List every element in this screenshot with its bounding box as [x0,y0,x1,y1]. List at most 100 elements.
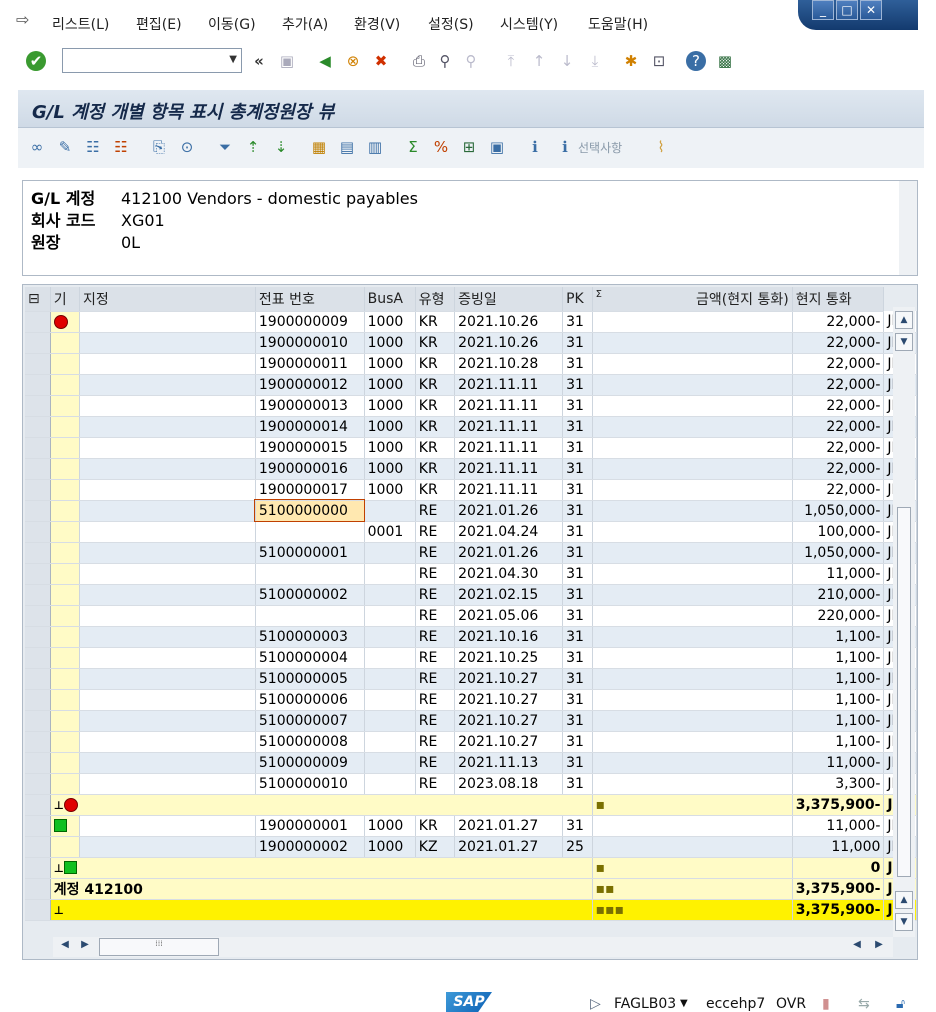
busa-cell[interactable]: 1000 [364,416,416,438]
busa-cell[interactable]: 1000 [364,458,416,480]
date-cell[interactable]: 2021.02.15 [454,584,564,606]
sigma-cell[interactable] [592,542,793,564]
doc-no-cell[interactable]: 1900000014 [255,416,365,438]
pk-cell[interactable]: 31 [562,584,593,606]
scroll-up-icon[interactable]: ▲ [895,311,913,329]
assignment-cell[interactable] [79,836,256,858]
row-selector[interactable] [25,899,51,921]
row-selector[interactable] [25,374,51,396]
assignment-cell[interactable] [79,332,256,354]
sort-desc-icon[interactable]: ⇣ [270,136,292,158]
table-row[interactable]: RE2021.05.0631220,000-JPY [25,605,917,627]
row-selector[interactable] [25,689,51,711]
col-pk[interactable]: PK [562,287,593,312]
table-row[interactable]: 5100000005RE2021.10.27311,100-JPY [25,668,917,690]
table-row[interactable]: 19000000021000KZ2021.01.272511,000JPY [25,836,917,858]
pk-cell[interactable]: 31 [562,605,593,627]
chevron-down-icon[interactable]: ▼ [229,54,237,65]
scroll-icon[interactable]: ⌇ [650,136,672,158]
pencil-icon[interactable]: ✎ [54,136,76,158]
busa-cell[interactable] [364,647,416,669]
busa-cell[interactable]: 1000 [364,311,416,333]
amount-cell[interactable]: 1,050,000- [792,542,885,564]
row-selector[interactable] [25,542,51,564]
sigma-cell[interactable] [592,311,793,333]
selections-info-icon[interactable]: ℹ [554,136,576,158]
amount-cell[interactable]: 1,050,000- [792,500,885,522]
table-row[interactable]: 5100000009RE2021.11.133111,000-JPY [25,752,917,774]
doc-no-cell[interactable]: 1900000016 [255,458,365,480]
assignment-cell[interactable] [79,395,256,417]
status-cell[interactable] [50,353,80,375]
total-amount-cell[interactable]: 3,375,900- [792,878,885,900]
table-row[interactable]: 5100000000RE2021.01.26311,050,000-JPY [25,499,917,522]
table-row[interactable]: 5100000001RE2021.01.26311,050,000-JPY [25,542,917,564]
subtotal-row[interactable]: 계정 412100▪▪3,375,900-JPY [25,878,917,900]
type-cell[interactable]: KR [415,311,456,333]
pk-cell[interactable]: 25 [562,836,593,858]
row-selector[interactable] [25,752,51,774]
doc-no-cell[interactable]: 5100000009 [255,752,365,774]
sigma-cell[interactable] [592,773,793,795]
col-status[interactable]: 기 [50,287,80,312]
doc-no-cell[interactable]: 1900000013 [255,395,365,417]
doc-no-cell[interactable]: 5100000000 [254,499,366,522]
menu-exit-icon[interactable]: ⇨ [16,10,36,29]
type-cell[interactable]: RE [415,500,456,522]
pk-cell[interactable]: 31 [562,647,593,669]
doc-no-cell[interactable]: 5100000004 [255,647,365,669]
date-cell[interactable]: 2021.10.27 [454,668,564,690]
amount-cell[interactable]: 3,300- [792,773,885,795]
doc-no-cell[interactable]: 1900000009 [255,311,365,333]
busa-cell[interactable] [364,500,416,522]
busa-cell[interactable] [364,773,416,795]
type-cell[interactable]: KR [415,395,456,417]
find-next-icon[interactable]: ⚲ [460,50,482,72]
busa-cell[interactable] [364,563,416,585]
status-cell[interactable] [50,311,80,333]
type-cell[interactable]: RE [415,647,456,669]
col-currency[interactable]: 현지 통화 [792,287,885,312]
amount-cell[interactable]: 22,000- [792,416,885,438]
doc-no-cell[interactable]: 5100000003 [255,626,365,648]
sigma-cell[interactable] [592,395,793,417]
sigma-cell[interactable] [592,836,793,858]
date-cell[interactable]: 2021.01.27 [454,815,564,837]
page-up-icon[interactable]: ▲ [895,891,913,909]
doc-no-cell[interactable]: 5100000005 [255,668,365,690]
row-selector[interactable] [25,584,51,606]
row-selector[interactable] [25,710,51,732]
doc-no-cell[interactable] [255,563,365,585]
assignment-cell[interactable] [79,626,256,648]
row-selector[interactable] [25,332,51,354]
status-cell[interactable] [50,689,80,711]
assignment-cell[interactable] [79,647,256,669]
tcode-display[interactable]: FAGLB03 [614,996,676,1012]
amount-cell[interactable]: 22,000- [792,311,885,333]
col-busa[interactable]: BusA [364,287,416,312]
row-selector[interactable] [25,773,51,795]
row-selector[interactable] [25,353,51,375]
amount-cell[interactable]: 22,000- [792,479,885,501]
subtotal-row[interactable]: ⊥▪3,375,900-JPY [25,794,917,816]
row-selector[interactable] [25,563,51,585]
assignment-cell[interactable] [79,668,256,690]
status-cell[interactable] [50,563,80,585]
pk-cell[interactable]: 31 [562,479,593,501]
sigma-cell[interactable] [592,521,793,543]
pk-cell[interactable]: 31 [562,416,593,438]
row-selector[interactable] [25,311,51,333]
date-cell[interactable]: 2021.01.27 [454,836,564,858]
amount-cell[interactable]: 220,000- [792,605,885,627]
table-row[interactable]: 0001RE2021.04.2431100,000-JPY [25,521,917,543]
copy-icon[interactable]: ⎘ [148,136,170,158]
pk-cell[interactable]: 31 [562,752,593,774]
table-row[interactable]: 19000000101000KR2021.10.263122,000-JPY [25,332,917,354]
pk-cell[interactable]: 31 [562,311,593,333]
date-cell[interactable]: 2021.10.27 [454,710,564,732]
busa-cell[interactable] [364,542,416,564]
sigma-cell[interactable] [592,605,793,627]
table-row[interactable]: 19000000171000KR2021.11.113122,000-JPY [25,479,917,501]
sigma-cell[interactable] [592,479,793,501]
assignment-cell[interactable] [79,689,256,711]
